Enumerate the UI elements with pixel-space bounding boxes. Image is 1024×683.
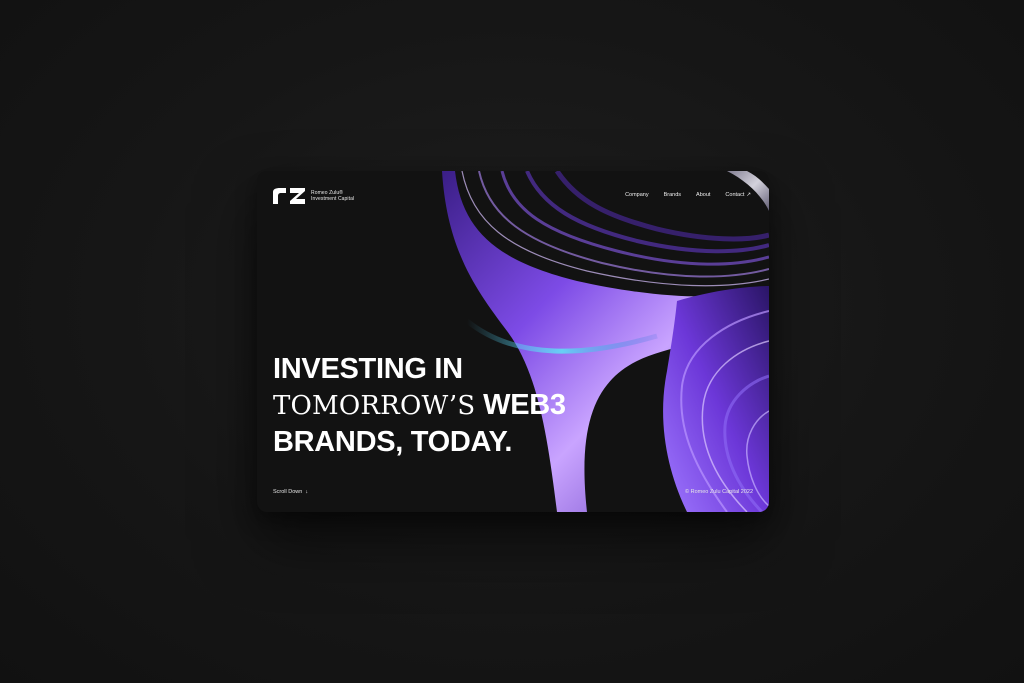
scroll-down-label: Scroll Down — [273, 489, 303, 495]
purple-ribbon-artwork — [442, 171, 769, 512]
arrow-down-icon: ↓ — [305, 489, 309, 495]
brand-logo[interactable]: Romeo Zulu® Investment Capital — [273, 188, 354, 204]
nav-item-company[interactable]: Company — [625, 192, 649, 198]
brand-name: Romeo Zulu® Investment Capital — [311, 190, 354, 202]
page-background: Romeo Zulu® Investment Capital Company B… — [0, 0, 1024, 683]
brand-name-line2: Investment Capital — [311, 196, 355, 202]
hero-headline: INVESTING IN TOMORROW’S WEB3 BRANDS, TOD… — [273, 351, 566, 460]
hero-line3: BRANDS, TODAY. — [273, 426, 513, 458]
rz-logo-icon — [273, 188, 305, 204]
nav-item-contact-label: Contact — [725, 192, 745, 198]
main-nav: Company Brands About Contact ↗ — [625, 192, 751, 198]
nav-item-brands[interactable]: Brands — [664, 192, 681, 198]
copyright-text: © Romeo Zulu Capital 2022 — [685, 489, 753, 495]
scroll-down-link[interactable]: Scroll Down ↓ — [273, 489, 308, 495]
hero-line2-serif: TOMORROW’S — [273, 391, 476, 421]
hero-line1: INVESTING IN — [273, 353, 463, 385]
arrow-up-right-icon: ↗ — [746, 192, 751, 198]
nav-item-contact[interactable]: Contact ↗ — [725, 192, 751, 198]
hero-line2-rest: WEB3 — [483, 389, 566, 421]
website-preview-card: Romeo Zulu® Investment Capital Company B… — [257, 171, 769, 512]
nav-item-about[interactable]: About — [696, 192, 710, 198]
